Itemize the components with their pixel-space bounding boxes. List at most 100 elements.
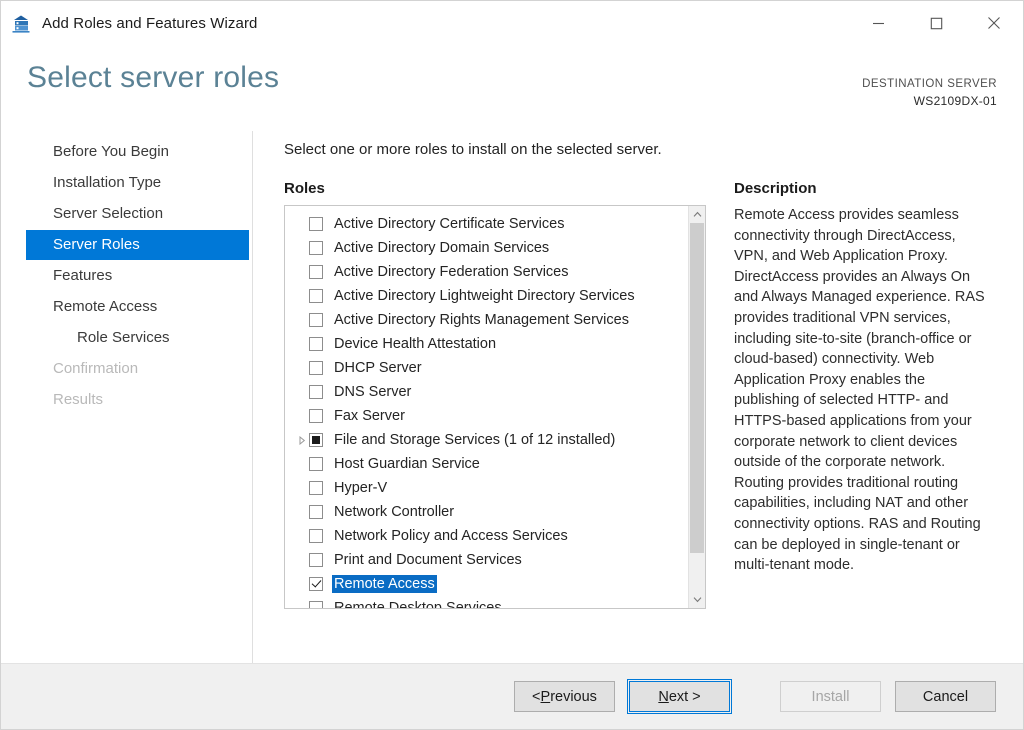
role-row[interactable]: Network Policy and Access Services <box>285 524 688 548</box>
roles-label: Roles <box>284 180 325 197</box>
role-label[interactable]: Fax Server <box>332 407 407 425</box>
role-checkbox[interactable] <box>309 433 323 447</box>
panes-row: Roles Active Directory Certificate Servi… <box>284 180 997 609</box>
role-checkbox[interactable] <box>309 409 323 423</box>
sidebar-item-remote-access[interactable]: Remote Access <box>26 292 250 322</box>
role-label[interactable]: File and Storage Services (1 of 12 insta… <box>332 431 617 449</box>
destination-server-name: WS2109DX-01 <box>913 93 997 108</box>
description-text: Remote Access provides seamless connecti… <box>734 207 985 574</box>
previous-accel: P <box>540 688 551 705</box>
role-row[interactable]: File and Storage Services (1 of 12 insta… <box>285 428 688 452</box>
role-label[interactable]: Print and Document Services <box>332 551 524 569</box>
role-checkbox[interactable] <box>309 265 323 279</box>
instruction-text: Select one or more roles to install on t… <box>284 141 662 158</box>
role-row[interactable]: Network Controller <box>285 500 688 524</box>
role-label[interactable]: DNS Server <box>332 383 413 401</box>
role-row[interactable]: Hyper-V <box>285 476 688 500</box>
description-label: Description <box>734 180 817 197</box>
page-header: Select server roles DESTINATION SERVER W… <box>1 45 1023 131</box>
sidebar-item-server-selection[interactable]: Server Selection <box>26 199 250 229</box>
next-accel: N <box>658 688 669 705</box>
server-roles-icon <box>11 12 33 34</box>
role-label[interactable]: Remote Access <box>332 575 437 593</box>
role-checkbox[interactable] <box>309 553 323 567</box>
role-checkbox[interactable] <box>309 289 323 303</box>
expand-triangle-icon[interactable] <box>294 435 309 445</box>
roles-pane: Roles Active Directory Certificate Servi… <box>284 180 706 609</box>
minimize-icon[interactable] <box>849 1 907 45</box>
role-checkbox[interactable] <box>309 313 323 327</box>
roles-listbox[interactable]: Active Directory Certificate Services Act… <box>284 205 706 609</box>
role-row[interactable]: Remote Access <box>285 572 688 596</box>
sidebar-item-results: Results <box>53 391 104 408</box>
wizard-body: Before You Begin Installation Type Server … <box>1 131 1023 663</box>
role-label[interactable]: Network Policy and Access Services <box>332 527 570 545</box>
role-label[interactable]: Active Directory Certificate Services <box>332 215 566 233</box>
role-label[interactable]: Active Directory Lightweight Directory S… <box>332 287 637 305</box>
role-row[interactable]: Active Directory Federation Services <box>285 260 688 284</box>
roles-scrollbar[interactable] <box>688 206 705 608</box>
previous-prefix: < <box>532 688 541 705</box>
sidebar-item-features[interactable]: Features <box>26 261 250 291</box>
role-label[interactable]: Active Directory Federation Services <box>332 263 571 281</box>
install-button: Install <box>780 681 881 712</box>
description-pane: Description Remote Access provides seaml… <box>734 180 997 609</box>
role-checkbox[interactable] <box>309 385 323 399</box>
destination-server-label: DESTINATION SERVER <box>862 78 997 90</box>
scrollbar-track[interactable] <box>689 223 705 591</box>
role-label[interactable]: Active Directory Domain Services <box>332 239 551 257</box>
role-row[interactable]: Host Guardian Service <box>285 452 688 476</box>
role-row[interactable]: Active Directory Lightweight Directory S… <box>285 284 688 308</box>
scrollbar-thumb[interactable] <box>690 223 704 553</box>
sidebar-item-before-you-begin[interactable]: Before You Begin <box>26 137 250 167</box>
window-title: Add Roles and Features Wizard <box>42 14 258 32</box>
add-roles-wizard-window: Add Roles and Features Wizard Select ser… <box>0 0 1024 730</box>
role-row[interactable]: Active Directory Rights Management Servi… <box>285 308 688 332</box>
role-checkbox[interactable] <box>309 505 323 519</box>
role-label[interactable]: Network Controller <box>332 503 456 521</box>
role-label[interactable]: Hyper-V <box>332 479 389 497</box>
wizard-content: Select one or more roles to install on t… <box>253 131 1023 663</box>
role-checkbox[interactable] <box>309 601 323 608</box>
wizard-footer: < Previous Next > Install Cancel <box>1 663 1023 729</box>
wizard-step-nav: Before You Begin Installation Type Server … <box>1 131 253 663</box>
role-checkbox[interactable] <box>309 241 323 255</box>
role-row[interactable]: Active Directory Certificate Services <box>285 212 688 236</box>
sidebar-item-server-roles[interactable]: Server Roles <box>26 230 249 260</box>
role-row[interactable]: DNS Server <box>285 380 688 404</box>
role-checkbox[interactable] <box>309 217 323 231</box>
close-icon[interactable] <box>965 1 1023 45</box>
next-rest: ext > <box>668 688 701 705</box>
role-checkbox[interactable] <box>309 337 323 351</box>
role-checkbox[interactable] <box>309 529 323 543</box>
role-row[interactable]: DHCP Server <box>285 356 688 380</box>
role-checkbox[interactable] <box>309 457 323 471</box>
sidebar-item-installation-type[interactable]: Installation Type <box>26 168 250 198</box>
role-row[interactable]: Active Directory Domain Services <box>285 236 688 260</box>
window-controls <box>849 1 1023 45</box>
role-checkbox[interactable] <box>309 361 323 375</box>
page-title: Select server roles <box>27 61 280 94</box>
role-row[interactable]: Print and Document Services <box>285 548 688 572</box>
role-checkbox[interactable] <box>309 577 323 591</box>
role-row[interactable]: Fax Server <box>285 404 688 428</box>
role-label[interactable]: Device Health Attestation <box>332 335 498 353</box>
role-row[interactable]: Device Health Attestation <box>285 332 688 356</box>
role-label[interactable]: DHCP Server <box>332 359 424 377</box>
previous-rest: revious <box>550 688 597 705</box>
scroll-down-icon[interactable] <box>689 591 705 608</box>
scroll-up-icon[interactable] <box>689 206 705 223</box>
maximize-icon[interactable] <box>907 1 965 45</box>
previous-button[interactable]: < Previous <box>514 681 615 712</box>
role-row[interactable]: Remote Desktop Services <box>285 596 688 608</box>
roles-list[interactable]: Active Directory Certificate Services Act… <box>285 206 688 608</box>
role-checkbox[interactable] <box>309 481 323 495</box>
sidebar-item-confirmation: Confirmation <box>53 360 139 377</box>
role-label[interactable]: Host Guardian Service <box>332 455 482 473</box>
title-bar: Add Roles and Features Wizard <box>1 1 1023 45</box>
role-label[interactable]: Remote Desktop Services <box>332 599 504 608</box>
cancel-button[interactable]: Cancel <box>895 681 996 712</box>
role-label[interactable]: Active Directory Rights Management Servi… <box>332 311 631 329</box>
next-button[interactable]: Next > <box>627 679 732 714</box>
sidebar-item-role-services[interactable]: Role Services <box>26 323 250 353</box>
